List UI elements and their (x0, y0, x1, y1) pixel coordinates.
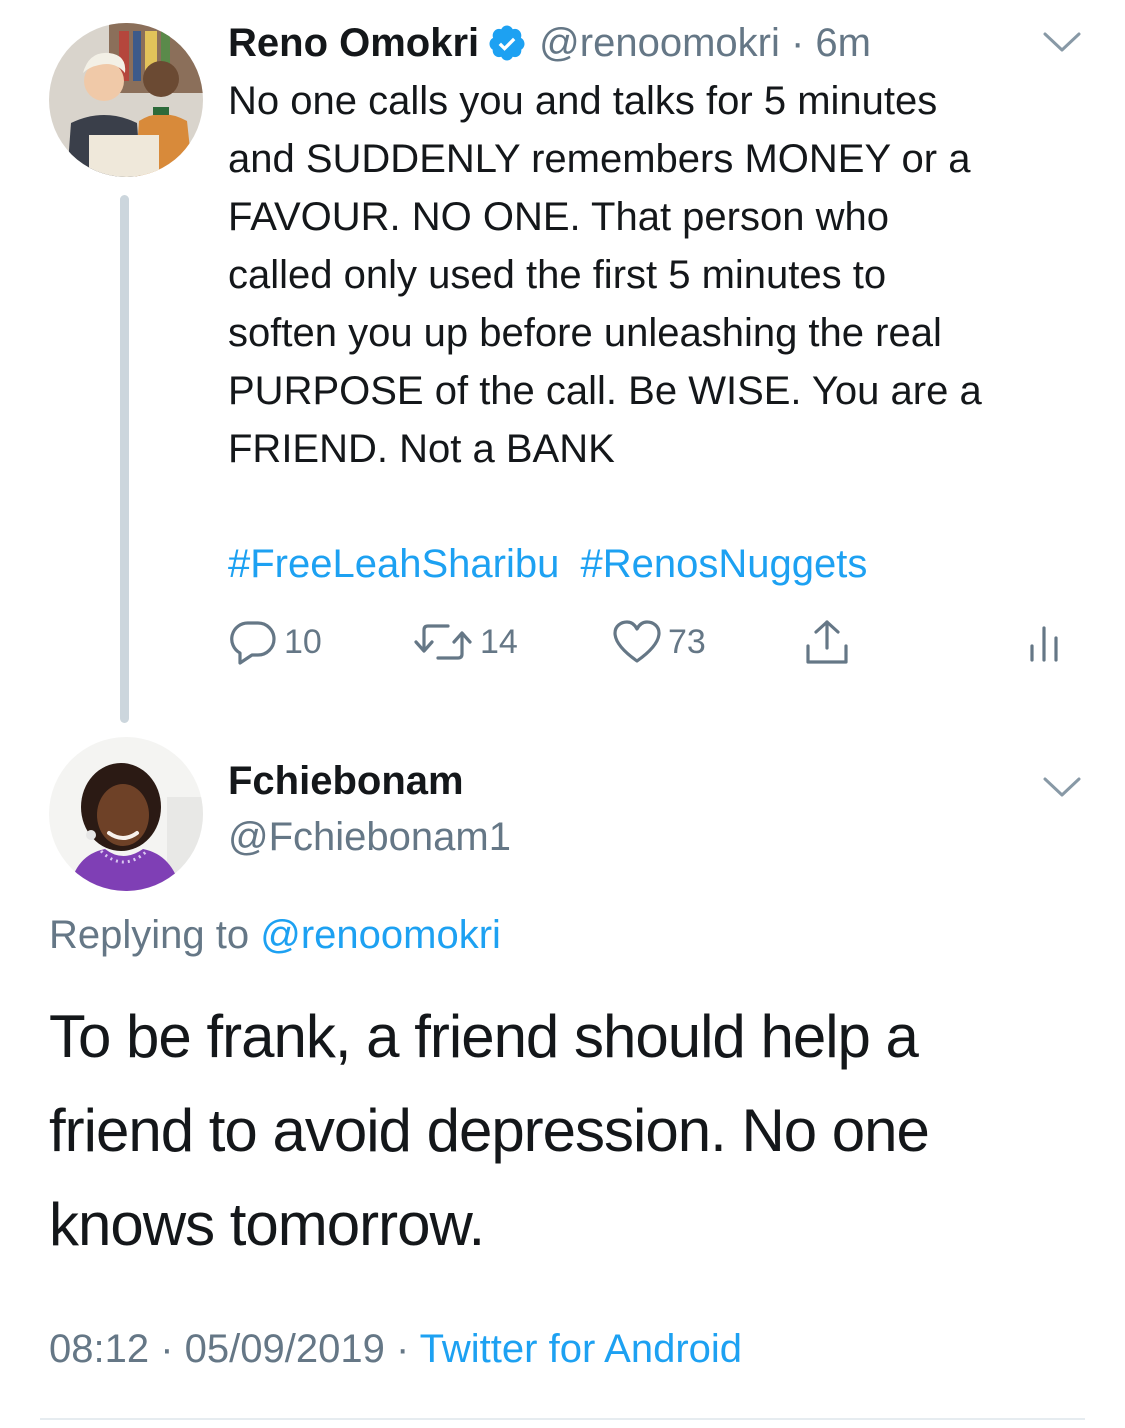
retweet-button[interactable]: 14 (412, 612, 518, 672)
avatar[interactable] (49, 737, 203, 891)
thread-connector-line (120, 195, 129, 723)
tweet-actions-bar: 10 14 73 (228, 612, 1088, 672)
reply-icon (228, 619, 278, 665)
share-button[interactable] (802, 612, 852, 672)
verified-badge-icon (487, 23, 527, 63)
like-icon (612, 619, 662, 665)
hashtag-list: #FreeLeahSharibu #RenosNuggets (228, 535, 867, 593)
display-name[interactable]: Reno Omokri (228, 18, 479, 68)
replying-to-line: Replying to @renoomokri (49, 908, 501, 962)
tweet-thread-view: Reno Omokri @renoomokri · 6m No one call… (0, 0, 1125, 1428)
handle-and-time[interactable]: @renoomokri · 6m (539, 18, 871, 68)
tweet-text: No one calls you and talks for 5 minutes… (228, 79, 982, 471)
hashtag-link[interactable]: #RenosNuggets (580, 542, 867, 586)
reply-button[interactable]: 10 (228, 612, 322, 672)
display-name[interactable]: Fchiebonam (228, 756, 464, 806)
like-button[interactable]: 73 (612, 612, 706, 672)
retweet-count: 14 (480, 622, 518, 661)
chevron-down-icon[interactable] (1042, 30, 1082, 56)
tweet-meta: 08:12 · 05/09/2019 · Twitter for Android (49, 1322, 742, 1376)
tweet-text: To be frank, a friend should help a frie… (49, 1003, 930, 1258)
avatar[interactable] (49, 23, 203, 177)
divider (40, 1418, 1085, 1420)
analytics-icon (1024, 620, 1064, 664)
share-icon (802, 618, 852, 666)
replying-to-label: Replying to (49, 913, 250, 957)
chevron-down-icon[interactable] (1042, 775, 1082, 801)
timestamp: 08:12 · 05/09/2019 · (49, 1327, 420, 1371)
reply-count: 10 (284, 622, 322, 661)
mention-link[interactable]: @renoomokri (260, 913, 501, 957)
analytics-button[interactable] (1024, 612, 1064, 672)
retweet-icon (412, 620, 474, 664)
tweet-header: Reno Omokri @renoomokri · 6m (228, 18, 871, 68)
hashtag-link[interactable]: #FreeLeahSharibu (228, 542, 559, 586)
source-link[interactable]: Twitter for Android (420, 1327, 742, 1371)
like-count: 73 (668, 622, 706, 661)
handle[interactable]: @Fchiebonam1 (228, 812, 511, 862)
